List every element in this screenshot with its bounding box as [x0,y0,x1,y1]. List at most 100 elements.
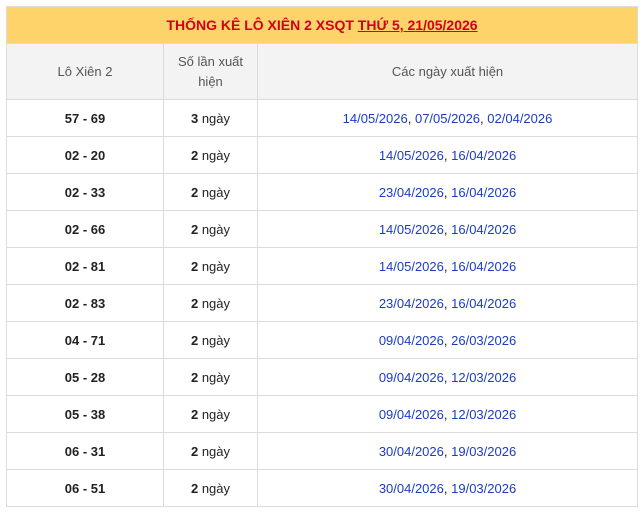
date-link[interactable]: 16/04/2026 [451,296,516,311]
pair-cell: 05 - 28 [6,358,164,396]
date-link[interactable]: 14/05/2026 [379,148,444,163]
pair-cell: 02 - 33 [6,173,164,211]
date-link[interactable]: 26/03/2026 [451,333,516,348]
count-unit: ngày [201,369,231,385]
dates-cell: 09/04/2026, 12/03/2026 [256,358,639,396]
count-unit: ngày [201,295,231,311]
header-row: Lô Xiên 2 Số lần xuất hiện Các ngày xuất… [6,43,639,100]
count-cell: 2 ngày [163,469,258,507]
count-value: 2 [190,258,199,274]
table-row: 57 - 69 3 ngày 14/05/2026, 07/05/2026, 02/… [6,99,639,137]
table-row: 02 - 33 2 ngày 23/04/2026, 16/04/2026 [6,173,639,211]
count-cell: 2 ngày [163,358,258,396]
pair-cell: 02 - 66 [6,210,164,248]
pair-cell: 06 - 51 [6,469,164,507]
count-value: 3 [190,110,199,126]
count-cell: 2 ngày [163,284,258,322]
count-unit: ngày [201,332,231,348]
date-link[interactable]: 19/03/2026 [451,444,516,459]
pair-cell: 57 - 69 [6,99,164,137]
count-unit: ngày [201,443,231,459]
dates-cell: 14/05/2026, 16/04/2026 [256,210,639,248]
table-row: 02 - 66 2 ngày 14/05/2026, 16/04/2026 [6,210,639,248]
pair-cell: 02 - 20 [6,136,164,174]
count-value: 2 [190,406,199,422]
date-link[interactable]: 09/04/2026 [379,407,444,422]
count-unit: ngày [201,110,231,126]
lo-xien-stats-table: THỐNG KÊ LÔ XIÊN 2 XSQT THỨ 5, 21/05/202… [5,6,639,507]
date-link[interactable]: 30/04/2026 [379,444,444,459]
count-cell: 3 ngày [163,99,258,137]
dates-cell: 09/04/2026, 12/03/2026 [256,395,639,433]
table-row: 05 - 38 2 ngày 09/04/2026, 12/03/2026 [6,395,639,433]
date-link[interactable]: 23/04/2026 [379,296,444,311]
table-row: 02 - 83 2 ngày 23/04/2026, 16/04/2026 [6,284,639,322]
table-row: 04 - 71 2 ngày 09/04/2026, 26/03/2026 [6,321,639,359]
date-link[interactable]: 12/03/2026 [451,370,516,385]
header-dates: Các ngày xuất hiện [256,43,639,100]
dates-cell: 09/04/2026, 26/03/2026 [256,321,639,359]
date-link[interactable]: 16/04/2026 [451,259,516,274]
count-value: 2 [190,443,199,459]
dates-cell: 14/05/2026, 16/04/2026 [256,136,639,174]
date-link[interactable]: 12/03/2026 [451,407,516,422]
title-prefix: THỐNG KÊ LÔ XIÊN 2 XSQT [166,17,354,33]
count-value: 2 [190,369,199,385]
count-value: 2 [190,332,199,348]
count-cell: 2 ngày [163,321,258,359]
pair-cell: 02 - 81 [6,247,164,285]
date-link[interactable]: 02/04/2026 [487,111,552,126]
table-row: 06 - 51 2 ngày 30/04/2026, 19/03/2026 [6,469,639,507]
count-unit: ngày [201,184,231,200]
count-value: 2 [190,184,199,200]
table-title: THỐNG KÊ LÔ XIÊN 2 XSQT THỨ 5, 21/05/202… [5,6,639,44]
date-link[interactable]: 16/04/2026 [451,148,516,163]
dates-cell: 14/05/2026, 07/05/2026, 02/04/2026 [256,99,639,137]
date-link[interactable]: 23/04/2026 [379,185,444,200]
dates-cell: 30/04/2026, 19/03/2026 [256,432,639,470]
date-link[interactable]: 14/05/2026 [379,259,444,274]
header-count: Số lần xuất hiện [163,43,258,100]
count-unit: ngày [201,406,231,422]
date-link[interactable]: 14/05/2026 [343,111,408,126]
table-row: 05 - 28 2 ngày 09/04/2026, 12/03/2026 [6,358,639,396]
table-row: 06 - 31 2 ngày 30/04/2026, 19/03/2026 [6,432,639,470]
title-date-link[interactable]: THỨ 5, 21/05/2026 [358,17,478,33]
count-unit: ngày [201,480,231,496]
count-unit: ngày [201,221,231,237]
date-link[interactable]: 14/05/2026 [379,222,444,237]
title-row: THỐNG KÊ LÔ XIÊN 2 XSQT THỨ 5, 21/05/202… [5,6,639,44]
date-link[interactable]: 09/04/2026 [379,333,444,348]
count-value: 2 [190,221,199,237]
pair-cell: 06 - 31 [6,432,164,470]
date-link[interactable]: 16/04/2026 [451,222,516,237]
date-link[interactable]: 30/04/2026 [379,481,444,496]
count-unit: ngày [201,258,231,274]
dates-cell: 23/04/2026, 16/04/2026 [256,284,639,322]
count-value: 2 [190,295,199,311]
count-cell: 2 ngày [163,136,258,174]
header-pair: Lô Xiên 2 [6,43,164,100]
count-cell: 2 ngày [163,432,258,470]
pair-cell: 02 - 83 [6,284,164,322]
dates-cell: 30/04/2026, 19/03/2026 [256,469,639,507]
dates-cell: 23/04/2026, 16/04/2026 [256,173,639,211]
pair-cell: 05 - 38 [6,395,164,433]
table-row: 02 - 20 2 ngày 14/05/2026, 16/04/2026 [6,136,639,174]
count-value: 2 [190,480,199,496]
pair-cell: 04 - 71 [6,321,164,359]
count-value: 2 [190,147,199,163]
stats-container: THỐNG KÊ LÔ XIÊN 2 XSQT THỨ 5, 21/05/202… [5,6,639,507]
date-link[interactable]: 16/04/2026 [451,185,516,200]
count-cell: 2 ngày [163,210,258,248]
date-link[interactable]: 07/05/2026 [415,111,480,126]
dates-cell: 14/05/2026, 16/04/2026 [256,247,639,285]
date-link[interactable]: 19/03/2026 [451,481,516,496]
date-link[interactable]: 09/04/2026 [379,370,444,385]
table-body: 57 - 69 3 ngày 14/05/2026, 07/05/2026, 02/… [6,99,639,507]
table-row: 02 - 81 2 ngày 14/05/2026, 16/04/2026 [6,247,639,285]
count-cell: 2 ngày [163,173,258,211]
count-cell: 2 ngày [163,395,258,433]
count-cell: 2 ngày [163,247,258,285]
count-unit: ngày [201,147,231,163]
